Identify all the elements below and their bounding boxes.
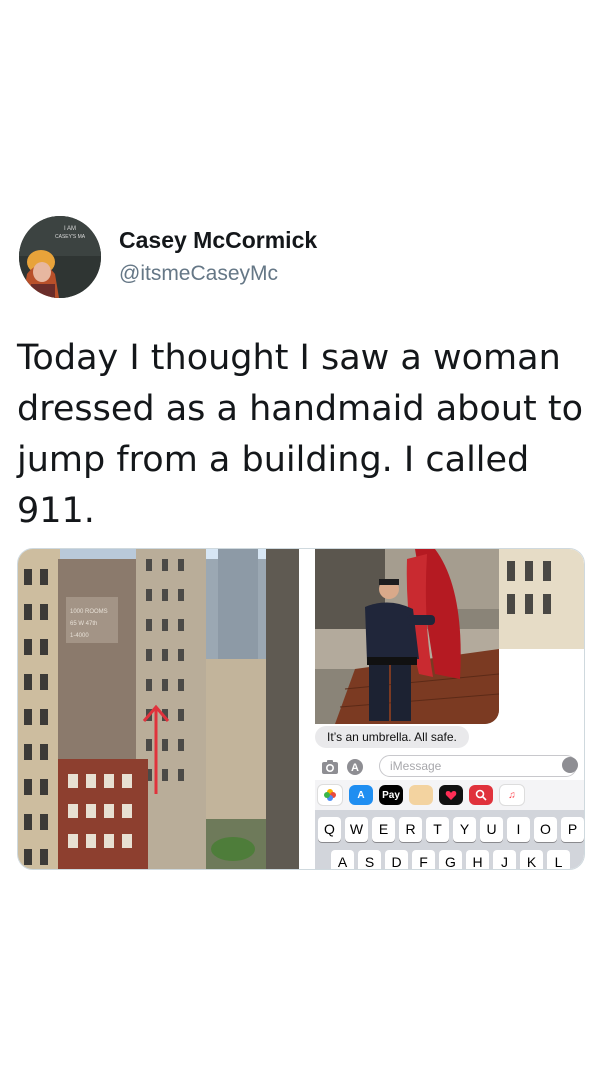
- key-l[interactable]: L: [547, 850, 570, 869]
- background-building-strip: [499, 549, 584, 724]
- tweet-media[interactable]: 1000 ROOMS 65 W 47th 1-4000 It’s an umbr…: [17, 548, 585, 870]
- tweet-text: Today I thought I saw a woman dressed as…: [17, 338, 583, 531]
- key-o[interactable]: O: [534, 817, 557, 842]
- digital-touch-heart-icon[interactable]: [439, 785, 463, 805]
- svg-text:65 W 47th: 65 W 47th: [70, 621, 97, 627]
- avatar[interactable]: I AM CASEY'S MA: [19, 216, 101, 298]
- key-g[interactable]: G: [439, 850, 462, 869]
- key-k[interactable]: K: [520, 850, 543, 869]
- apple-pay-icon[interactable]: Pay: [379, 785, 403, 805]
- key-r[interactable]: R: [399, 817, 422, 842]
- cityscape-photo[interactable]: 1000 ROOMS 65 W 47th 1-4000: [18, 549, 299, 869]
- imessage-compose-bar: A iMessage: [315, 754, 584, 780]
- key-j[interactable]: J: [493, 850, 516, 869]
- microphone-icon[interactable]: [562, 757, 578, 773]
- key-w[interactable]: W: [345, 817, 368, 842]
- key-e[interactable]: E: [372, 817, 395, 842]
- key-u[interactable]: U: [480, 817, 503, 842]
- memoji-icon[interactable]: [409, 785, 433, 805]
- key-t[interactable]: T: [426, 817, 449, 842]
- key-a[interactable]: A: [331, 850, 354, 869]
- keyboard-row-1: Q W E R T Y U I O P: [318, 817, 584, 842]
- appstore-app-icon[interactable]: A: [349, 785, 373, 805]
- key-f[interactable]: F: [412, 850, 435, 869]
- search-images-icon[interactable]: [469, 785, 493, 805]
- messages-screenshot[interactable]: It’s an umbrella. All safe. A iMessage A…: [315, 549, 584, 869]
- key-y[interactable]: Y: [453, 817, 476, 842]
- display-name[interactable]: Casey McCormick: [119, 227, 317, 254]
- police-umbrella-photo[interactable]: [315, 549, 499, 724]
- imessage-app-drawer: A Pay ♫: [315, 780, 584, 810]
- camera-icon[interactable]: [321, 758, 339, 776]
- svg-text:A: A: [351, 762, 359, 774]
- tweet-card: I AM CASEY'S MA Casey McCormick @itsmeCa…: [0, 0, 600, 1067]
- key-q[interactable]: Q: [318, 817, 341, 842]
- avatar-label-line2: CASEY'S MA: [55, 234, 86, 240]
- building-sign-text: 1000 ROOMS: [70, 609, 108, 615]
- imessage-input[interactable]: iMessage: [379, 755, 577, 777]
- key-i[interactable]: I: [507, 817, 530, 842]
- imessage-bubble: It’s an umbrella. All safe.: [315, 726, 469, 748]
- media-divider: [299, 549, 315, 869]
- key-h[interactable]: H: [466, 850, 489, 869]
- keyboard-row-2: A S D F G H J K L: [331, 850, 570, 869]
- music-app-icon[interactable]: ♫: [499, 784, 525, 806]
- photos-app-icon[interactable]: [317, 784, 343, 806]
- key-d[interactable]: D: [385, 850, 408, 869]
- key-s[interactable]: S: [358, 850, 381, 869]
- appstore-icon[interactable]: A: [346, 758, 364, 776]
- avatar-label-line1: I AM: [64, 226, 76, 232]
- svg-text:1-4000: 1-4000: [70, 633, 89, 639]
- ios-keyboard: A Pay ♫ Q W E R T Y U I O P A S D F G H …: [315, 780, 584, 869]
- user-handle[interactable]: @itsmeCaseyMc: [119, 262, 278, 286]
- key-p[interactable]: P: [561, 817, 584, 842]
